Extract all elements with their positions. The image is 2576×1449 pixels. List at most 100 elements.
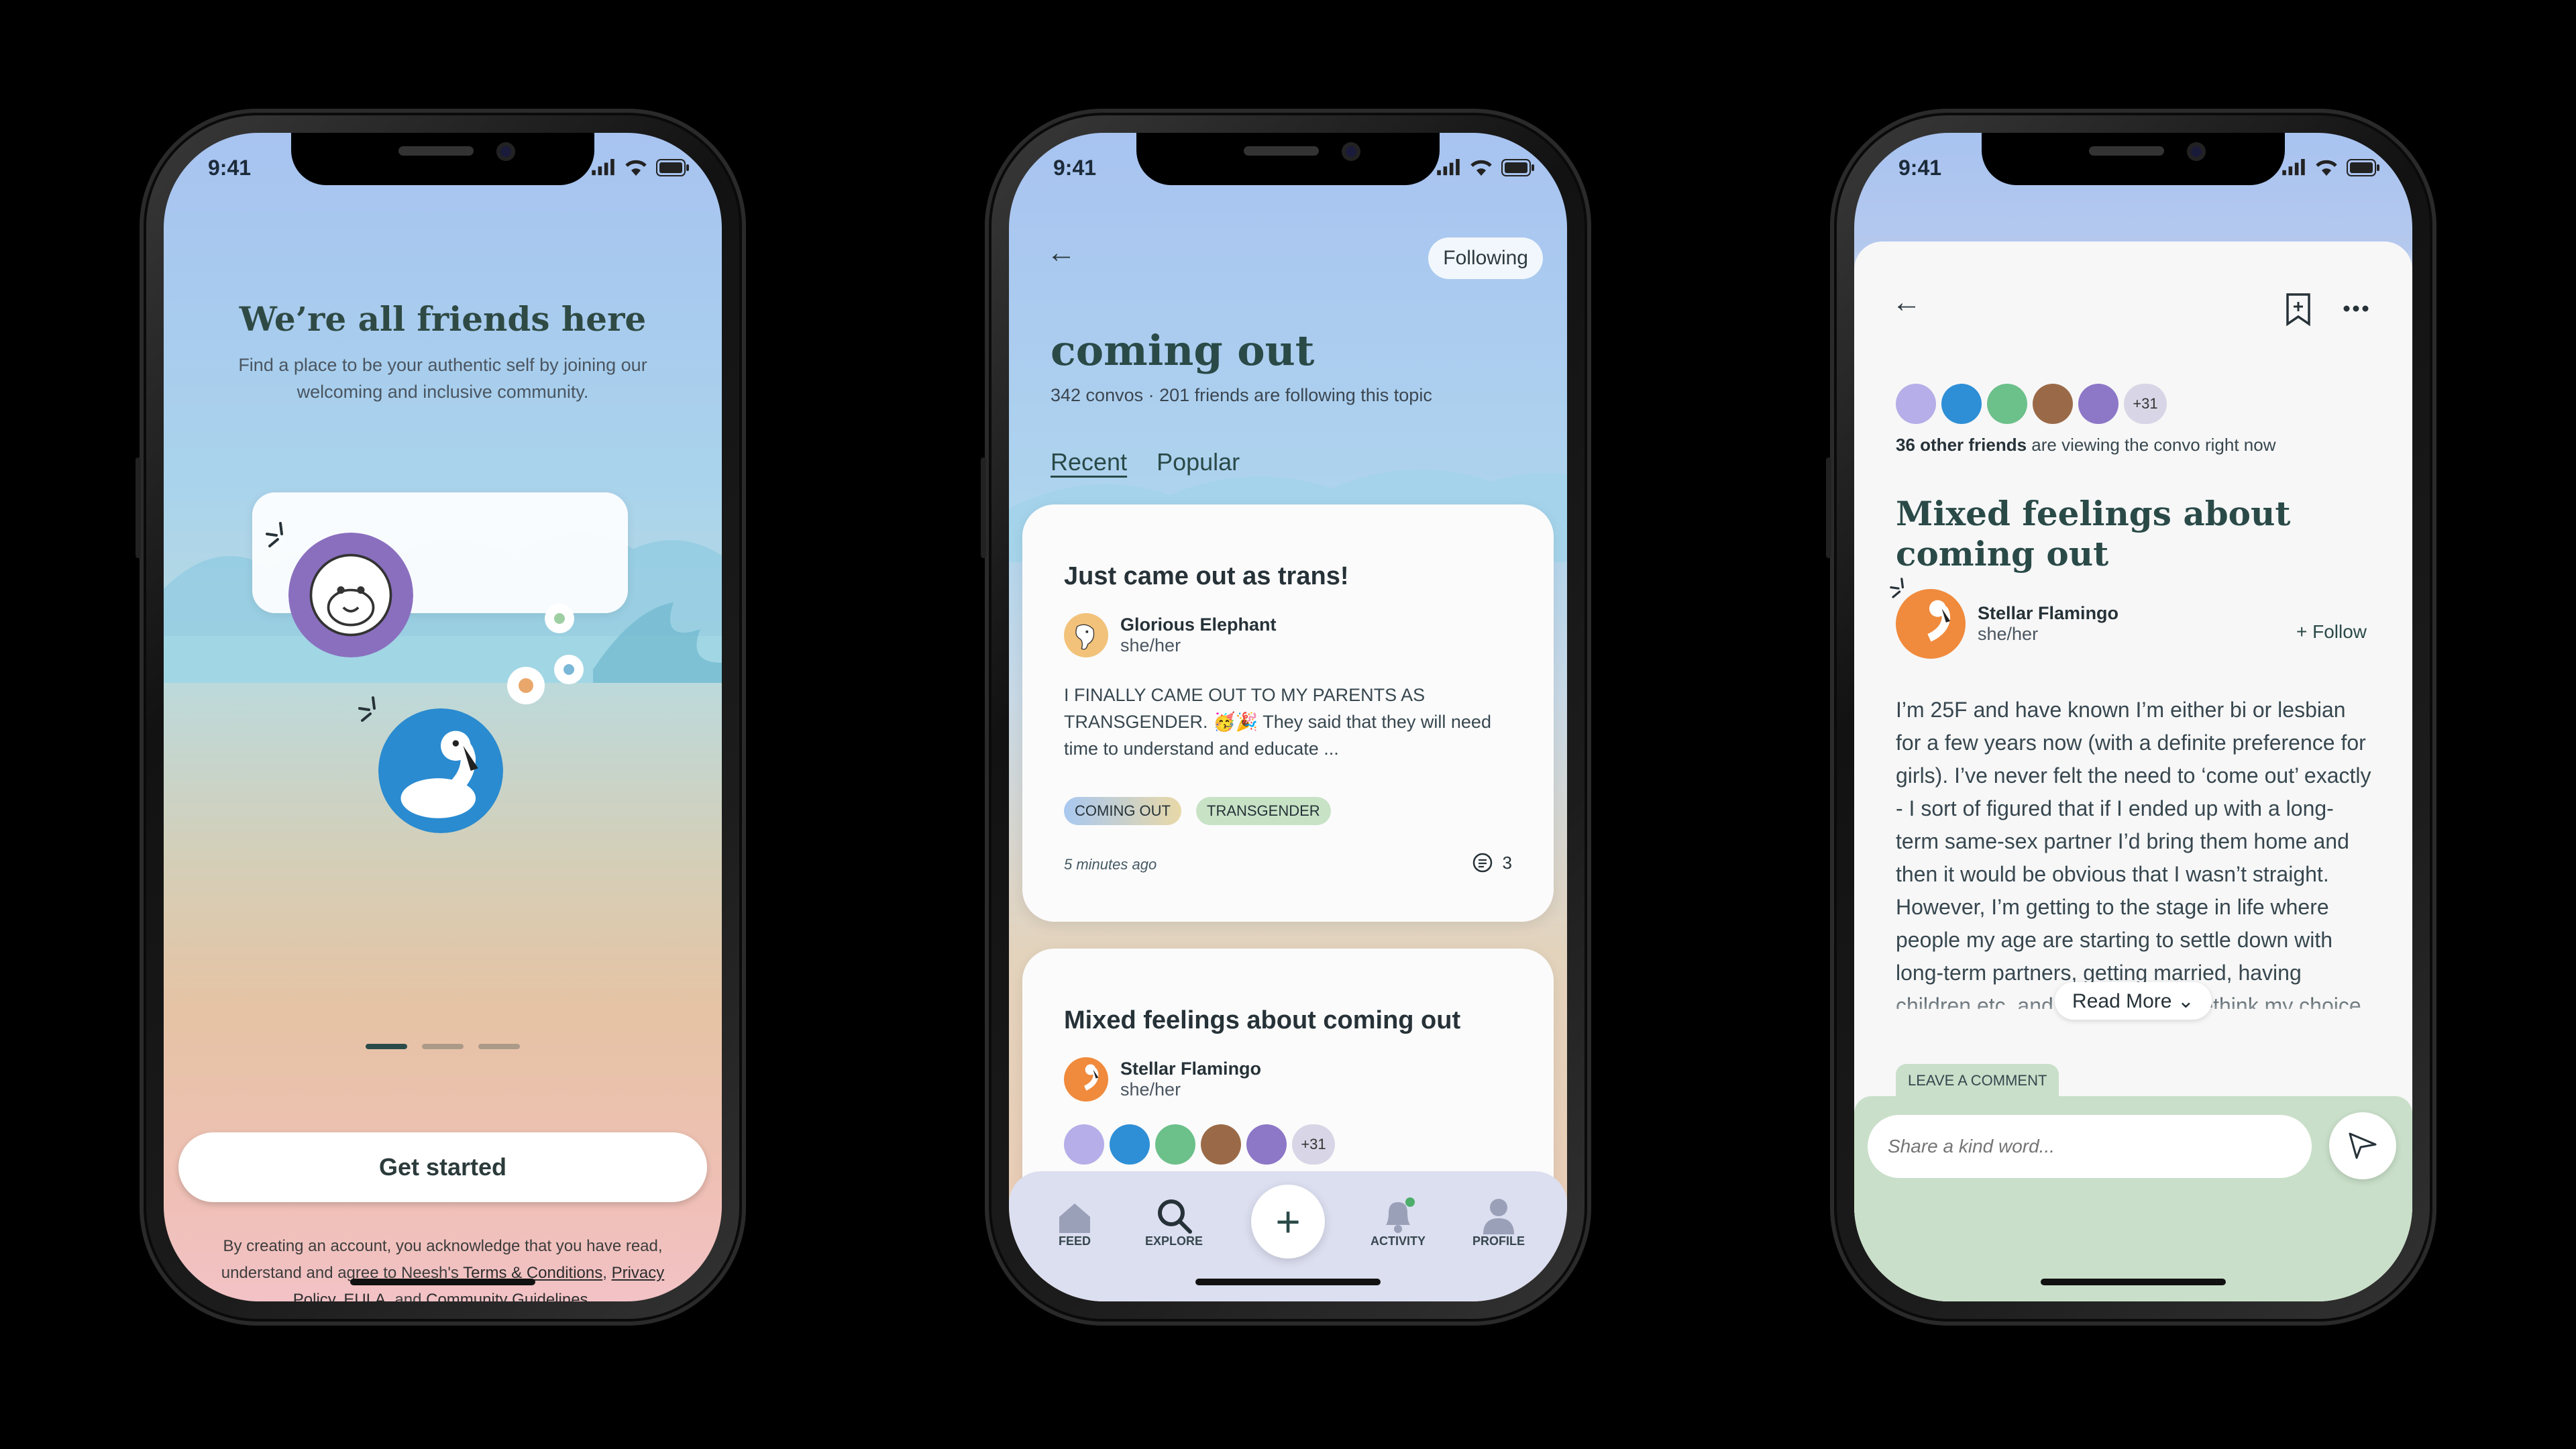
avatar	[1201, 1124, 1241, 1165]
author-pronouns: she/her	[1120, 1079, 1181, 1099]
comment-icon	[1472, 853, 1492, 873]
phone-onboarding: 9:41 We’re all friends here Find a place…	[136, 109, 746, 1326]
status-time: 9:41	[208, 156, 252, 180]
comment-input[interactable]	[1868, 1115, 2312, 1178]
onboarding-subtitle: Find a place to be your authentic self b…	[238, 355, 647, 402]
chevron-down-icon: ⌄	[2177, 989, 2194, 1012]
more-options-icon[interactable]	[2343, 305, 2369, 313]
notch	[1982, 133, 2285, 185]
community-guidelines-link[interactable]: Community Guidelines	[426, 1291, 588, 1301]
avatar	[1064, 1124, 1104, 1165]
tab-label: PROFILE	[1472, 1234, 1525, 1248]
read-more-button[interactable]: Read More ⌄	[2055, 982, 2212, 1020]
status-time: 9:41	[1898, 156, 1942, 180]
viewing-bold: 36 other friends	[1896, 435, 2027, 455]
home-indicator[interactable]	[1195, 1279, 1381, 1285]
signal-icon	[2281, 159, 2306, 176]
post-author: Glorious Elephant she/her	[1064, 613, 1277, 657]
back-arrow-icon[interactable]: ←	[1892, 286, 1921, 319]
tab-profile[interactable]: PROFILE	[1458, 1191, 1539, 1248]
battery-icon	[1501, 159, 1535, 176]
tab-activity[interactable]: ACTIVITY	[1358, 1191, 1438, 1248]
avatar	[1246, 1124, 1287, 1165]
tab-popular[interactable]: Popular	[1157, 448, 1240, 476]
topic-meta: 342 convos · 201 friends are following t…	[1051, 385, 1432, 405]
post-card[interactable]: Just came out as trans! Glorious Elephan…	[1022, 504, 1554, 922]
post-timestamp: 5 minutes ago	[1064, 856, 1157, 873]
more-viewers-badge: +31	[1292, 1124, 1335, 1165]
profile-icon	[1483, 1199, 1514, 1234]
bookmark-icon[interactable]	[2285, 292, 2312, 326]
avatar	[2078, 384, 2118, 424]
bell-icon	[1386, 1197, 1415, 1233]
phone-post: 9:41 ← +31 36 other friends are viewing …	[1826, 109, 2436, 1326]
tab-explore[interactable]: EXPLORE	[1134, 1191, 1214, 1248]
topic-screen: 9:41 ← Following coming out 342 convos ·…	[1009, 133, 1567, 1301]
search-icon	[1158, 1199, 1192, 1234]
onboarding-screen: 9:41 We’re all friends here Find a place…	[164, 133, 722, 1301]
tab-recent[interactable]: Recent	[1051, 448, 1127, 476]
topic-tabs: Recent Popular	[1051, 448, 1240, 476]
comment-count-value: 3	[1502, 852, 1512, 873]
following-button[interactable]: Following	[1428, 237, 1543, 279]
eula-link[interactable]: EULA	[343, 1291, 386, 1301]
home-indicator[interactable]	[350, 1279, 535, 1285]
tab-feed[interactable]: FEED	[1034, 1191, 1115, 1248]
viewer-avatars: +31	[1064, 1124, 1335, 1165]
topic-title: coming out	[1051, 326, 1315, 375]
legal-text: By creating an account, you acknowledge …	[217, 1233, 668, 1301]
get-started-button[interactable]: Get started	[178, 1132, 707, 1202]
home-indicator[interactable]	[2041, 1279, 2226, 1285]
post-screen: 9:41 ← +31 36 other friends are viewing …	[1854, 133, 2412, 1301]
avatar	[1110, 1124, 1150, 1165]
lion-avatar	[288, 533, 413, 657]
post-excerpt: I FINALLY CAME OUT TO MY PARENTS AS TRAN…	[1064, 685, 1491, 759]
tab-label: FEED	[1058, 1234, 1091, 1248]
follow-button[interactable]: + Follow	[2296, 621, 2367, 643]
avatar	[1987, 384, 2027, 424]
signal-icon	[590, 159, 616, 176]
page-dot[interactable]	[478, 1044, 520, 1049]
author-name: Stellar Flamingo	[1978, 603, 2119, 623]
wifi-icon	[1469, 158, 1493, 177]
page-dot-active[interactable]	[366, 1044, 407, 1049]
notch	[1136, 133, 1440, 185]
send-button[interactable]	[2329, 1112, 2396, 1179]
battery-icon	[2347, 159, 2380, 176]
comment-composer	[1854, 1096, 2412, 1301]
leave-comment-label: LEAVE A COMMENT	[1896, 1064, 2059, 1097]
post-author: Stellar Flamingo she/her	[1064, 1057, 1261, 1102]
author-pronouns: she/her	[1120, 635, 1181, 655]
avatar	[2033, 384, 2073, 424]
new-post-button[interactable]: +	[1251, 1185, 1325, 1258]
author-name: Glorious Elephant	[1120, 614, 1277, 635]
signal-icon	[1436, 159, 1461, 176]
viewing-rest: are viewing the convo right now	[2027, 435, 2276, 455]
sparkle-icon	[358, 696, 376, 722]
more-viewers-badge: +31	[2124, 384, 2167, 424]
sparkle-icon	[266, 522, 283, 547]
flamingo-avatar	[378, 708, 503, 833]
avatar	[1896, 384, 1936, 424]
thought-bubble-icon	[507, 604, 584, 704]
page-dot[interactable]	[422, 1044, 464, 1049]
post-title: Mixed feelings about coming out	[1896, 494, 2291, 574]
elephant-avatar	[1064, 613, 1108, 657]
back-arrow-icon[interactable]: ←	[1046, 236, 1076, 270]
avatar	[1941, 384, 1982, 424]
wifi-icon	[624, 158, 648, 177]
tab-label: ACTIVITY	[1370, 1234, 1426, 1248]
send-icon	[2349, 1132, 2377, 1159]
author-pronouns: she/her	[1978, 624, 2039, 644]
legal-and: and	[394, 1291, 422, 1301]
post-tags: COMING OUT TRANSGENDER	[1064, 797, 1331, 825]
viewing-count: 36 other friends are viewing the convo r…	[1896, 435, 2276, 455]
onboarding-headline: We’re all friends here	[239, 299, 647, 339]
tag-chip[interactable]: COMING OUT	[1064, 797, 1181, 825]
wifi-icon	[2314, 158, 2339, 177]
tab-label: EXPLORE	[1144, 1234, 1203, 1248]
tag-chip[interactable]: TRANSGENDER	[1196, 797, 1331, 825]
home-icon	[1059, 1203, 1090, 1233]
phone-topic: 9:41 ← Following coming out 342 convos ·…	[981, 109, 1591, 1326]
comment-count[interactable]: 3	[1472, 852, 1512, 873]
